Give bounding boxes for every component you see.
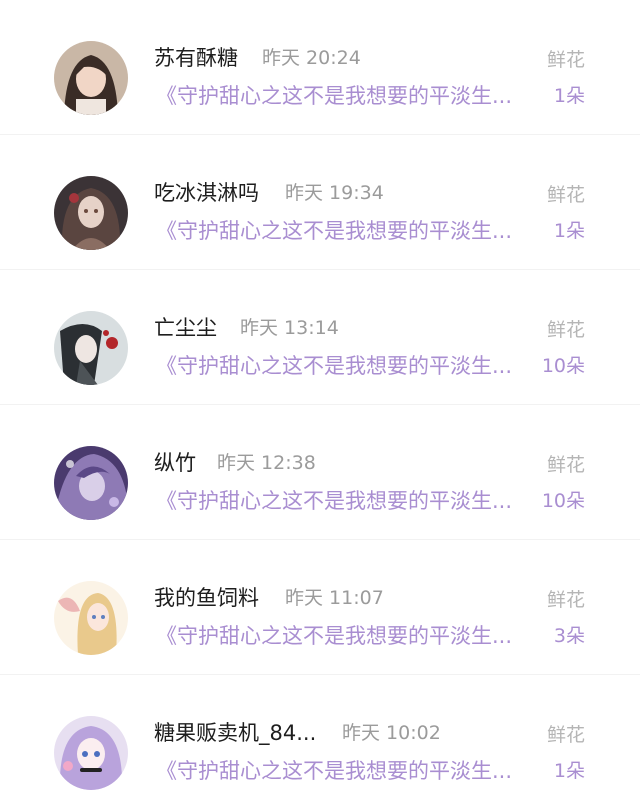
gift-type: 鲜花 xyxy=(546,589,585,611)
user-name[interactable]: 我的鱼饲料 xyxy=(154,584,259,612)
gift-type: 鲜花 xyxy=(546,454,585,476)
user-name[interactable]: 苏有酥糖 xyxy=(154,44,238,72)
timestamp: 昨天 12:38 xyxy=(217,452,316,474)
user-name[interactable]: 亡尘尘 xyxy=(154,314,217,342)
gift-count: 10朵 xyxy=(541,355,585,377)
list-item[interactable]: 纵竹 昨天 12:38 《守护甜心之这不是我想要的平淡生... 鲜花 10朵 xyxy=(0,405,640,540)
timestamp: 昨天 13:14 xyxy=(240,317,339,339)
book-title[interactable]: 《守护甜心之这不是我想要的平淡生... xyxy=(156,487,512,515)
book-title[interactable]: 《守护甜心之这不是我想要的平淡生... xyxy=(156,622,512,650)
list-item[interactable]: 吃冰淇淋吗 昨天 19:34 《守护甜心之这不是我想要的平淡生... 鲜花 1朵 xyxy=(0,135,640,270)
user-name[interactable]: 纵竹 xyxy=(154,449,196,477)
timestamp: 昨天 10:02 xyxy=(342,722,441,744)
avatar[interactable] xyxy=(54,716,128,790)
avatar[interactable] xyxy=(54,311,128,385)
timestamp: 昨天 19:34 xyxy=(285,182,384,204)
gift-type: 鲜花 xyxy=(546,184,585,206)
book-title[interactable]: 《守护甜心之这不是我想要的平淡生... xyxy=(156,757,512,785)
gift-count: 1朵 xyxy=(553,85,585,107)
gift-count: 3朵 xyxy=(553,625,585,647)
list-item[interactable]: 苏有酥糖 昨天 20:24 《守护甜心之这不是我想要的平淡生... 鲜花 1朵 xyxy=(0,0,640,135)
user-name[interactable]: 糖果贩卖机_84... xyxy=(154,719,316,747)
flower-gift-list: 苏有酥糖 昨天 20:24 《守护甜心之这不是我想要的平淡生... 鲜花 1朵 … xyxy=(0,0,640,812)
timestamp: 昨天 20:24 xyxy=(262,47,361,69)
gift-type: 鲜花 xyxy=(546,319,585,341)
user-name[interactable]: 吃冰淇淋吗 xyxy=(154,179,259,207)
gift-count: 10朵 xyxy=(541,490,585,512)
book-title[interactable]: 《守护甜心之这不是我想要的平淡生... xyxy=(156,352,512,380)
gift-type: 鲜花 xyxy=(546,49,585,71)
gift-type: 鲜花 xyxy=(546,724,585,746)
gift-count: 1朵 xyxy=(553,220,585,242)
book-title[interactable]: 《守护甜心之这不是我想要的平淡生... xyxy=(156,82,512,110)
avatar[interactable] xyxy=(54,581,128,655)
avatar[interactable] xyxy=(54,41,128,115)
list-item[interactable]: 亡尘尘 昨天 13:14 《守护甜心之这不是我想要的平淡生... 鲜花 10朵 xyxy=(0,270,640,405)
list-item[interactable]: 糖果贩卖机_84... 昨天 10:02 《守护甜心之这不是我想要的平淡生...… xyxy=(0,675,640,810)
book-title[interactable]: 《守护甜心之这不是我想要的平淡生... xyxy=(156,217,512,245)
avatar[interactable] xyxy=(54,176,128,250)
avatar[interactable] xyxy=(54,446,128,520)
timestamp: 昨天 11:07 xyxy=(285,587,384,609)
gift-count: 1朵 xyxy=(553,760,585,782)
list-item[interactable]: 我的鱼饲料 昨天 11:07 《守护甜心之这不是我想要的平淡生... 鲜花 3朵 xyxy=(0,540,640,675)
